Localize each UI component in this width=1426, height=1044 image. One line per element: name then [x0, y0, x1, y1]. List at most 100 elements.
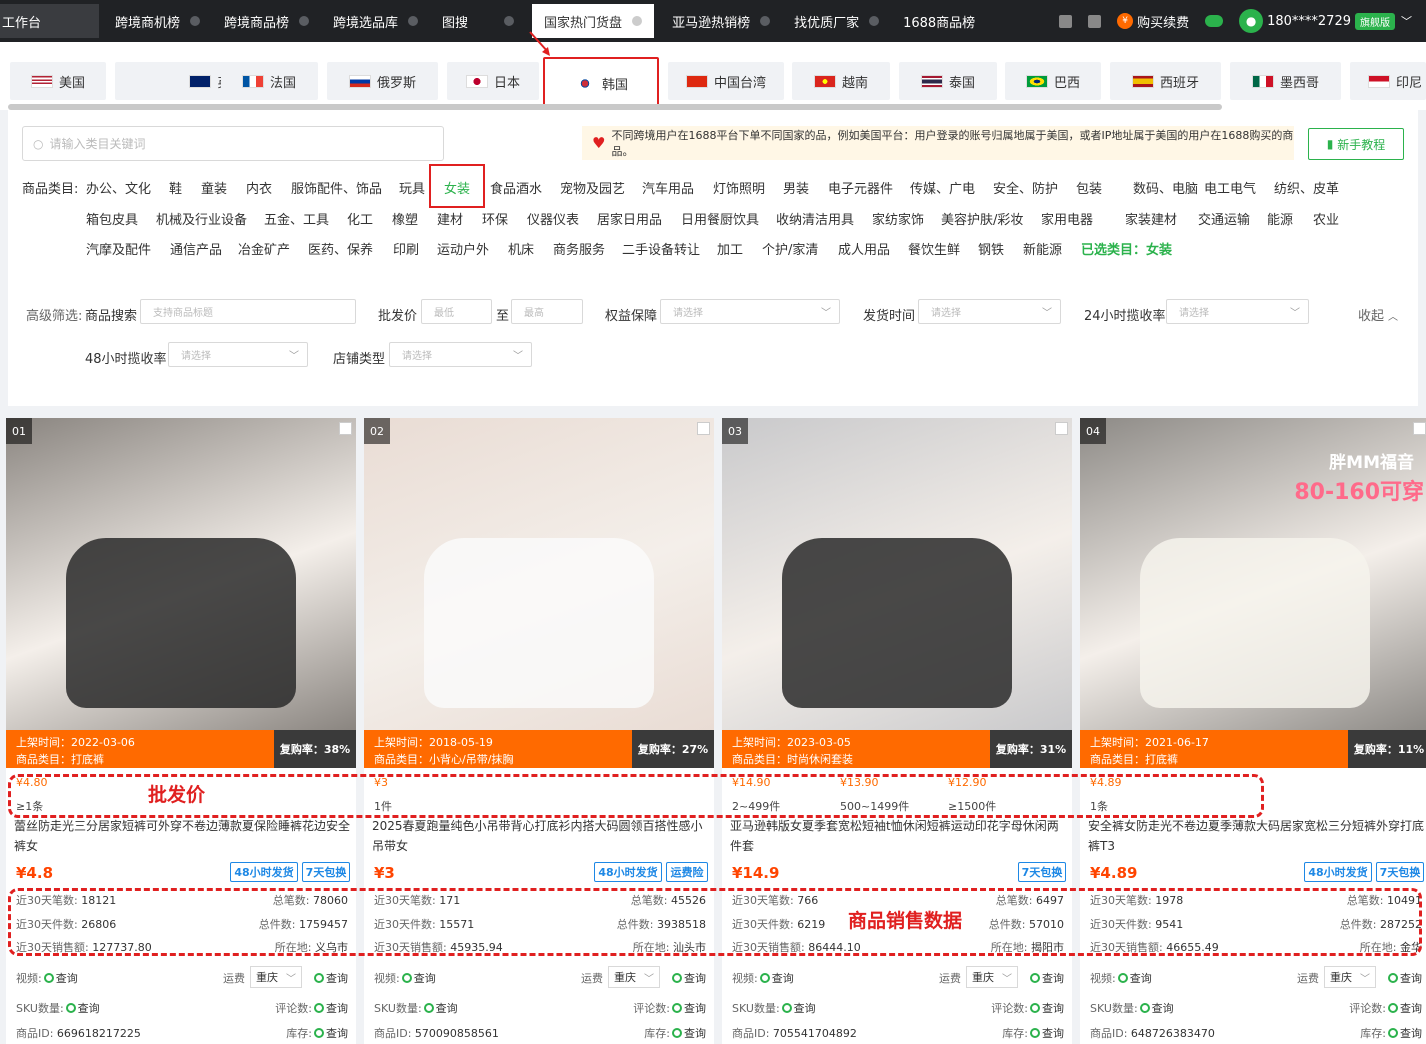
stock-query[interactable]: 库存: 查询 [1002, 1025, 1064, 1041]
country-tab-vn[interactable]: 越南 [792, 62, 890, 100]
product-image[interactable]: 02 [364, 418, 714, 730]
product-image[interactable]: 01 [6, 418, 356, 730]
select-checkbox[interactable] [339, 422, 352, 435]
category-item[interactable]: 玩具 [399, 178, 425, 197]
category-item[interactable]: 交通运输 [1198, 209, 1250, 228]
category-item[interactable]: 箱包皮具 [86, 209, 138, 228]
category-item[interactable]: 运动户外 [437, 239, 489, 258]
close-icon[interactable] [190, 16, 201, 26]
nav-tab-1688[interactable]: 1688商品榜 [891, 4, 987, 38]
select-checkbox[interactable] [1055, 422, 1068, 435]
video-query[interactable]: 视频: 查询 [374, 970, 436, 986]
nav-tab-opportunity[interactable]: 跨境商机榜 [103, 4, 212, 38]
add-tab-icon[interactable] [1059, 14, 1073, 28]
category-search-input[interactable]: ○ 请输入类目关键词 [22, 126, 444, 161]
category-item[interactable]: 个护/家清 [762, 239, 818, 258]
ship-time-select[interactable]: 请选择 ﹀ [918, 299, 1061, 324]
category-item[interactable]: 电子元器件 [828, 178, 893, 197]
close-icon[interactable] [869, 16, 880, 26]
category-item[interactable]: 内衣 [246, 178, 272, 197]
category-item[interactable]: 汽摩及配件 [86, 239, 151, 258]
category-item[interactable]: 美容护肤/彩妆 [941, 209, 1023, 228]
select-checkbox[interactable] [697, 422, 710, 435]
rate48-select[interactable]: 请选择 ﹀ [168, 342, 308, 367]
nav-tab-image-search[interactable]: 图搜 [430, 4, 526, 38]
shipping-query[interactable]: 查询 [1028, 970, 1064, 986]
category-item[interactable]: 橡塑 [392, 209, 418, 228]
shop-type-select[interactable]: 请选择 ﹀ [389, 342, 532, 367]
product-title[interactable]: 亚马逊韩版女夏季套宽松短袖t恤休闲短裤运动印花字母休闲两件套 [730, 816, 1066, 856]
close-icon[interactable] [760, 16, 771, 26]
shipping-query[interactable]: 查询 [1386, 970, 1422, 986]
category-item[interactable]: 通信产品 [170, 239, 222, 258]
country-tab-us[interactable]: 美国 [10, 62, 106, 100]
close-icon[interactable] [504, 16, 515, 26]
reviews-query[interactable]: 评论数: 查询 [1349, 1000, 1422, 1016]
category-item[interactable]: 商务服务 [553, 239, 605, 258]
user-menu[interactable]: ● 180****2729 旗舰版 ﹀ [1239, 9, 1412, 33]
category-item[interactable]: 机械及行业设备 [156, 209, 247, 228]
min-price-input[interactable]: 最低 [421, 299, 492, 324]
category-item[interactable]: 仪器仪表 [527, 209, 579, 228]
category-item[interactable]: 灯饰照明 [713, 178, 765, 197]
shipping-query[interactable]: 查询 [670, 970, 706, 986]
ship-city-select[interactable]: 重庆 ﹀ [966, 966, 1018, 988]
category-item[interactable]: 餐饮生鲜 [908, 239, 960, 258]
category-item[interactable]: 宠物及园艺 [560, 178, 625, 197]
nav-tab-factory[interactable]: 找优质厂家 [782, 4, 891, 38]
category-item[interactable]: 新能源 [1023, 239, 1062, 258]
category-item[interactable]: 纺织、皮革 [1274, 178, 1339, 197]
country-tab-mx[interactable]: 墨西哥 [1230, 62, 1341, 100]
country-tab-fr[interactable]: 法国 [221, 62, 317, 100]
stock-query[interactable]: 库存: 查询 [286, 1025, 348, 1041]
category-item[interactable]: 二手设备转让 [622, 239, 700, 258]
country-tab-tw[interactable]: 中国台湾 [668, 62, 784, 100]
category-item[interactable]: 男装 [783, 178, 809, 197]
category-item[interactable]: 钢铁 [978, 239, 1004, 258]
nav-tab-amazon[interactable]: 亚马逊热销榜 [660, 4, 782, 38]
rights-select[interactable]: 请选择 ﹀ [660, 299, 840, 324]
product-title[interactable]: 蕾丝防走光三分居家短裤可外穿不卷边薄款夏保险睡裤花边安全裤女 [14, 816, 350, 856]
product-image[interactable]: 胖MM福音 80-160可穿 04 [1080, 418, 1426, 730]
ship-city-select[interactable]: 重庆 ﹀ [608, 966, 660, 988]
category-item[interactable]: 童装 [201, 178, 227, 197]
sku-query[interactable]: SKU数量: 查询 [1090, 1000, 1174, 1016]
category-item[interactable]: 家用电器 [1041, 209, 1093, 228]
category-item[interactable]: 包装 [1076, 178, 1102, 197]
category-item[interactable]: 医药、保养 [308, 239, 373, 258]
category-item[interactable]: 收纳清洁用具 [776, 209, 854, 228]
stock-query[interactable]: 库存: 查询 [1360, 1025, 1422, 1041]
sku-query[interactable]: SKU数量: 查询 [374, 1000, 458, 1016]
ship-city-select[interactable]: 重庆 ﹀ [250, 966, 302, 988]
country-tab-kr[interactable]: 韩国 [543, 57, 659, 110]
category-item[interactable]: 能源 [1267, 209, 1293, 228]
video-query[interactable]: 视频: 查询 [732, 970, 794, 986]
sku-query[interactable]: SKU数量: 查询 [732, 1000, 816, 1016]
category-item[interactable]: 数码、电脑 [1133, 178, 1198, 197]
category-item[interactable]: 五金、工具 [264, 209, 329, 228]
product-image[interactable]: 03 [722, 418, 1072, 730]
reviews-query[interactable]: 评论数: 查询 [991, 1000, 1064, 1016]
category-item[interactable]: 居家日用品 [597, 209, 662, 228]
ship-city-select[interactable]: 重庆 ﹀ [1324, 966, 1376, 988]
tab-list-icon[interactable] [1088, 14, 1102, 28]
category-item[interactable]: 安全、防护 [993, 178, 1058, 197]
category-item[interactable]: 家纺家饰 [872, 209, 924, 228]
category-item[interactable]: 环保 [482, 209, 508, 228]
cloud-download-icon[interactable] [1205, 15, 1224, 27]
country-tab-id[interactable]: 印尼 [1350, 62, 1426, 100]
sku-query[interactable]: SKU数量: 查询 [16, 1000, 100, 1016]
stock-query[interactable]: 库存: 查询 [644, 1025, 706, 1041]
category-item[interactable]: 冶金矿产 [238, 239, 290, 258]
category-item[interactable]: 汽车用品 [642, 178, 694, 197]
category-item[interactable]: 家装建材 [1125, 209, 1177, 228]
tutorial-button[interactable]: ▮ 新手教程 [1308, 128, 1404, 160]
category-item[interactable]: 传媒、广电 [910, 178, 975, 197]
category-item[interactable]: 加工 [717, 239, 743, 258]
rate24-select[interactable]: 请选择 ﹀ [1166, 299, 1309, 324]
category-item[interactable]: 成人用品 [838, 239, 890, 258]
category-item[interactable]: 服饰配件、饰品 [291, 178, 382, 197]
category-item[interactable]: 食品酒水 [490, 178, 542, 197]
country-tab-jp[interactable]: 日本 [447, 62, 539, 100]
category-item[interactable]: 电工电气 [1204, 178, 1256, 197]
